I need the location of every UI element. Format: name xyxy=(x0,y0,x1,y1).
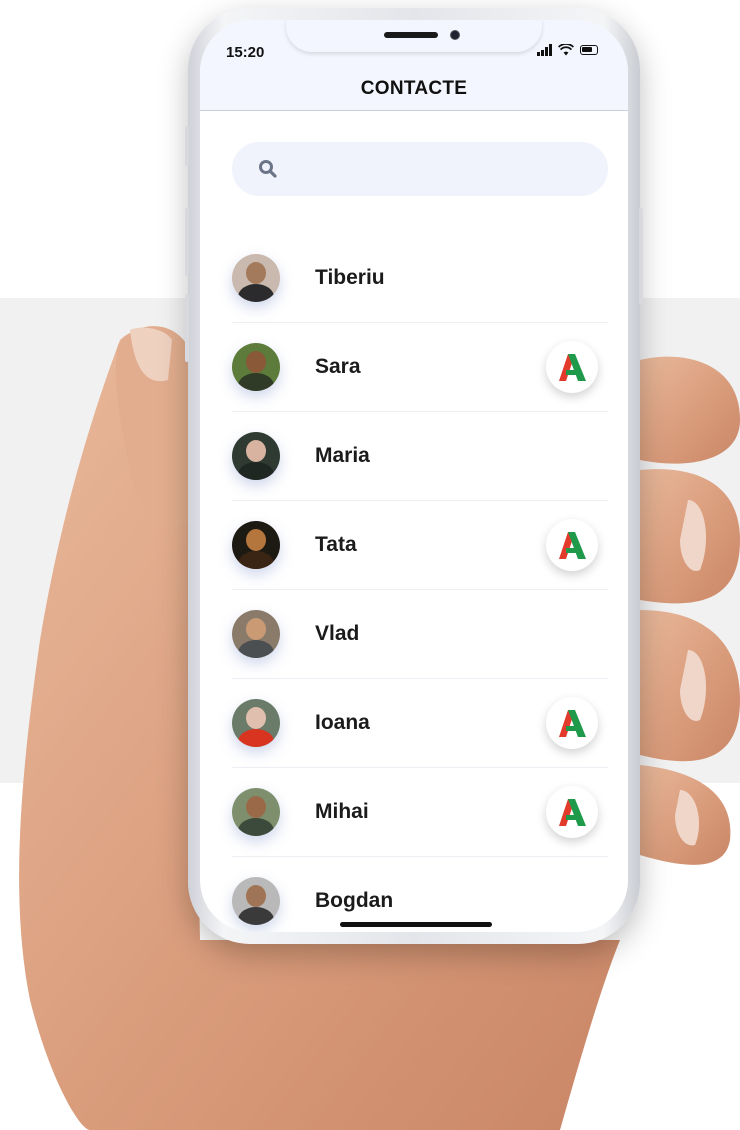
contact-name: Vlad xyxy=(315,622,360,645)
contact-row-ioana[interactable]: Ioana xyxy=(232,679,608,768)
status-bar: 15:20 CONTACTE xyxy=(200,20,628,111)
contact-row-tata[interactable]: Tata xyxy=(232,501,608,590)
contact-name: Sara xyxy=(315,355,361,378)
status-time: 15:20 xyxy=(226,44,265,61)
signal-icon xyxy=(537,44,552,56)
search-icon xyxy=(259,160,277,178)
avatar xyxy=(232,610,280,658)
contact-name: Tiberiu xyxy=(315,266,385,289)
avatar xyxy=(232,788,280,836)
app-logo-icon[interactable] xyxy=(546,697,598,749)
contact-name: Tata xyxy=(315,533,357,556)
battery-icon xyxy=(580,45,598,55)
avatar xyxy=(232,432,280,480)
power-button xyxy=(639,208,643,304)
home-indicator[interactable] xyxy=(340,922,492,927)
avatar xyxy=(232,699,280,747)
app-logo-icon[interactable] xyxy=(546,341,598,393)
contact-row-tiberiu[interactable]: Tiberiu xyxy=(232,234,608,323)
contact-row-bogdan[interactable]: Bogdan xyxy=(232,857,608,932)
contact-row-maria[interactable]: Maria xyxy=(232,412,608,501)
phone-frame: 15:20 CONTACTE Tiberiu Sara Maria Tata Vla xyxy=(185,8,643,944)
contact-name: Ioana xyxy=(315,711,370,734)
search-input[interactable] xyxy=(232,142,608,196)
wifi-icon xyxy=(558,44,574,56)
avatar xyxy=(232,521,280,569)
avatar xyxy=(232,877,280,925)
avatar xyxy=(232,254,280,302)
mute-switch xyxy=(185,126,189,166)
notch xyxy=(286,20,542,52)
contact-row-sara[interactable]: Sara xyxy=(232,323,608,412)
volume-up-button xyxy=(185,208,189,276)
phone-screen: 15:20 CONTACTE Tiberiu Sara Maria Tata Vla xyxy=(200,20,628,932)
contact-name: Mihai xyxy=(315,800,369,823)
contact-name: Maria xyxy=(315,444,370,467)
contact-name: Bogdan xyxy=(315,889,394,912)
app-logo-icon[interactable] xyxy=(546,519,598,571)
app-logo-icon[interactable] xyxy=(546,786,598,838)
page-title: CONTACTE xyxy=(360,78,468,99)
contact-row-vlad[interactable]: Vlad xyxy=(232,590,608,679)
front-camera xyxy=(450,30,460,40)
contact-list: Tiberiu Sara Maria Tata Vlad Ioana Mihai Bogdan xyxy=(232,234,608,932)
status-icons xyxy=(537,44,598,56)
speaker-grille xyxy=(384,32,438,38)
volume-down-button xyxy=(185,294,189,362)
avatar xyxy=(232,343,280,391)
contact-row-mihai[interactable]: Mihai xyxy=(232,768,608,857)
